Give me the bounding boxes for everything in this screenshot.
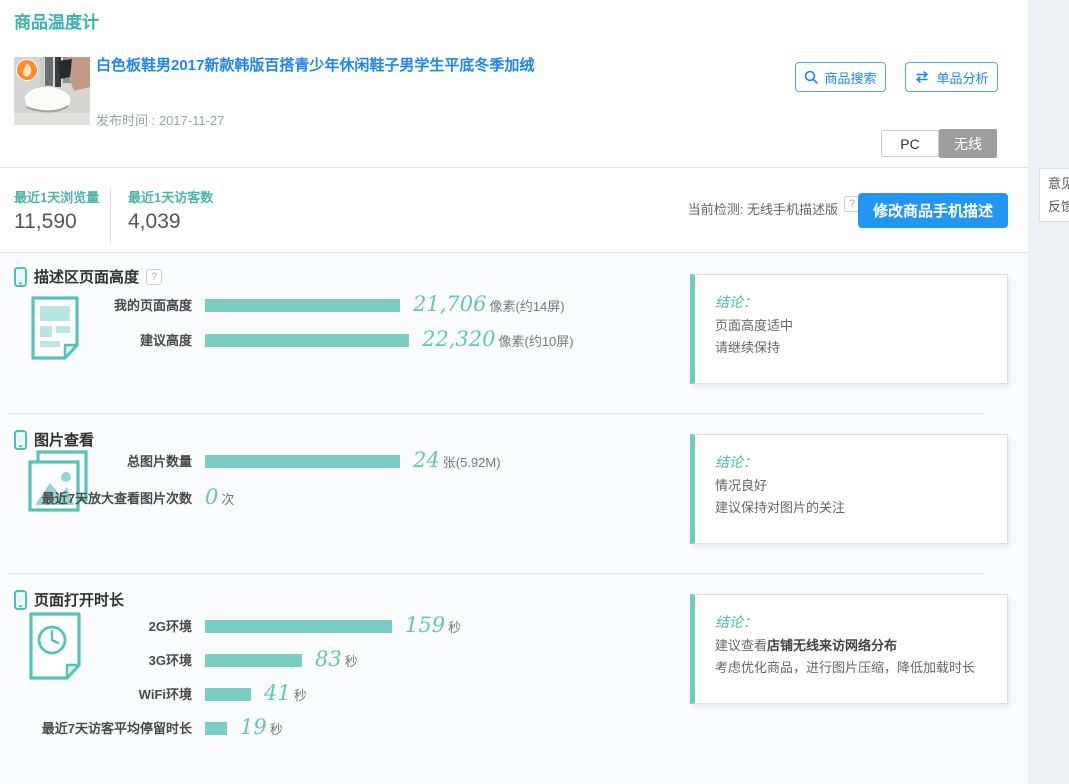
metric-label: WiFi环境 [14,685,192,704]
conclusion-heading: 结论： [715,452,993,472]
metric-unit: 秒 [448,620,461,635]
metric-label: 最近7天访客平均停留时长 [14,719,192,738]
metric-row-avg-stay: 最近7天访客平均停留时长 19秒 [14,719,283,741]
metric-bar [205,654,302,667]
conclusion-line: 情况良好 [715,477,993,494]
swap-arrows-icon [914,71,930,83]
conclusion-heading: 结论： [715,612,993,632]
conclusion-box-images: 结论： 情况良好 建议保持对图片的关注 [690,434,1008,544]
metric-row-2g: 2G环境 159秒 [14,617,461,639]
product-thumbnail[interactable] [14,57,90,125]
metric-value: 0 [205,485,218,509]
metric-row-wifi: WiFi环境 41秒 [14,685,307,707]
product-thermometer-page: 商品温度计 白色板鞋男2017新款韩版百搭青少年休闲鞋子男学生平底冬季加绒 发布… [0,0,1069,784]
page-title: 商品温度计 [14,8,99,33]
metric-label: 我的页面高度 [14,296,192,315]
metric-unit: 秒 [294,688,307,703]
feedback-tab[interactable]: 意见 反馈 [1039,168,1069,222]
metric-label: 总图片数量 [14,452,192,471]
stat-visitors-value: 4,039 [128,210,213,234]
metric-value: 41 [264,681,291,705]
stat-views-value: 11,590 [14,210,99,234]
search-icon [804,70,818,84]
section-images-header: 图片查看 [14,429,94,450]
publish-time: 发布时间 : 2017-11-27 [96,110,224,129]
metric-value: 24 [413,448,440,472]
section-page-height-title: 描述区页面高度 [34,266,139,287]
page-side-strip [1028,0,1069,784]
page-height-help-icon[interactable]: ? [146,269,162,285]
metric-value: 21,706 [413,292,486,316]
metric-label: 2G环境 [14,617,192,636]
metric-label: 最近7天放大查看图片次数 [14,489,192,508]
stat-views: 最近1天浏览量 11,590 [14,187,99,234]
current-detection-label: 当前检测: 无线手机描述版 [560,199,838,218]
metric-label: 3G环境 [14,651,192,670]
metric-unit: 次 [221,492,234,507]
conclusion-box-page-height: 结论： 页面高度适中 请继续保持 [690,274,1008,384]
stat-divider [110,188,111,244]
metric-value: 83 [315,647,342,671]
metric-bar [205,620,392,633]
conclusion-line: 考虑优化商品，进行图片压缩，降低加载时长 [715,659,993,676]
metric-unit: 秒 [270,722,283,737]
metric-unit: 像素(约10屏) [498,334,573,349]
metric-label: 建议高度 [14,331,192,350]
toggle-wireless[interactable]: 无线 [939,129,997,158]
single-item-analysis-button[interactable]: 单品分析 [905,62,998,92]
section-load-time-header: 页面打开时长 [14,589,124,610]
metric-unit: 张(5.92M) [443,455,501,470]
section-divider [6,573,986,574]
product-title-link[interactable]: 白色板鞋男2017新款韩版百搭青少年休闲鞋子男学生平底冬季加绒 [96,56,696,76]
mobile-phone-icon [14,267,27,287]
conclusion-line: 建议查看店铺无线来访网络分布 [715,637,993,654]
section-divider [6,413,986,414]
metric-value: 22,320 [422,327,495,351]
conclusion-box-load-time: 结论： 建议查看店铺无线来访网络分布 考虑优化商品，进行图片压缩，降低加载时长 [690,594,1008,704]
product-search-label: 商品搜索 [824,68,876,87]
metric-row-total-images: 总图片数量 24张(5.92M) [14,452,501,474]
section-images-title: 图片查看 [34,429,94,450]
metric-bar [205,334,409,347]
stat-visitors-label: 最近1天访客数 [128,187,213,206]
single-item-analysis-label: 单品分析 [936,68,988,87]
metric-row-suggested-height: 建议高度 22,320像素(约10屏) [14,331,574,353]
conclusion-line: 请继续保持 [715,339,993,356]
conclusion-line: 建议保持对图片的关注 [715,499,993,516]
conclusion-bold-text: 店铺无线来访网络分布 [767,638,897,653]
metric-bar [205,299,400,312]
section-page-height-header: 描述区页面高度 ? [14,266,162,287]
metric-bar [205,455,400,468]
metric-value: 19 [240,715,267,739]
metric-bar [205,688,251,701]
product-search-button[interactable]: 商品搜索 [795,62,886,92]
metric-row-3g: 3G环境 83秒 [14,651,358,673]
metric-row-my-page-height: 我的页面高度 21,706像素(约14屏) [14,296,565,318]
stat-views-label: 最近1天浏览量 [14,187,99,206]
hot-sale-flame-badge [16,59,38,81]
metric-row-zoom-views: 最近7天放大查看图片次数 0次 [14,489,234,511]
stat-visitors: 最近1天访客数 4,039 [128,187,213,234]
edit-mobile-description-button[interactable]: 修改商品手机描述 [858,193,1008,228]
section-load-time-title: 页面打开时长 [34,589,124,610]
toggle-pc[interactable]: PC [881,130,939,157]
conclusion-line: 页面高度适中 [715,317,993,334]
metric-value: 159 [405,613,445,637]
metric-unit: 像素(约14屏) [489,299,564,314]
mobile-phone-icon [14,590,27,610]
mobile-phone-icon [14,430,27,450]
feedback-line: 反馈 [1048,195,1069,218]
conclusion-heading: 结论： [715,292,993,312]
header-divider [0,167,1028,168]
metric-unit: 秒 [345,654,358,669]
metric-bar [205,722,227,735]
feedback-line: 意见 [1048,172,1069,195]
